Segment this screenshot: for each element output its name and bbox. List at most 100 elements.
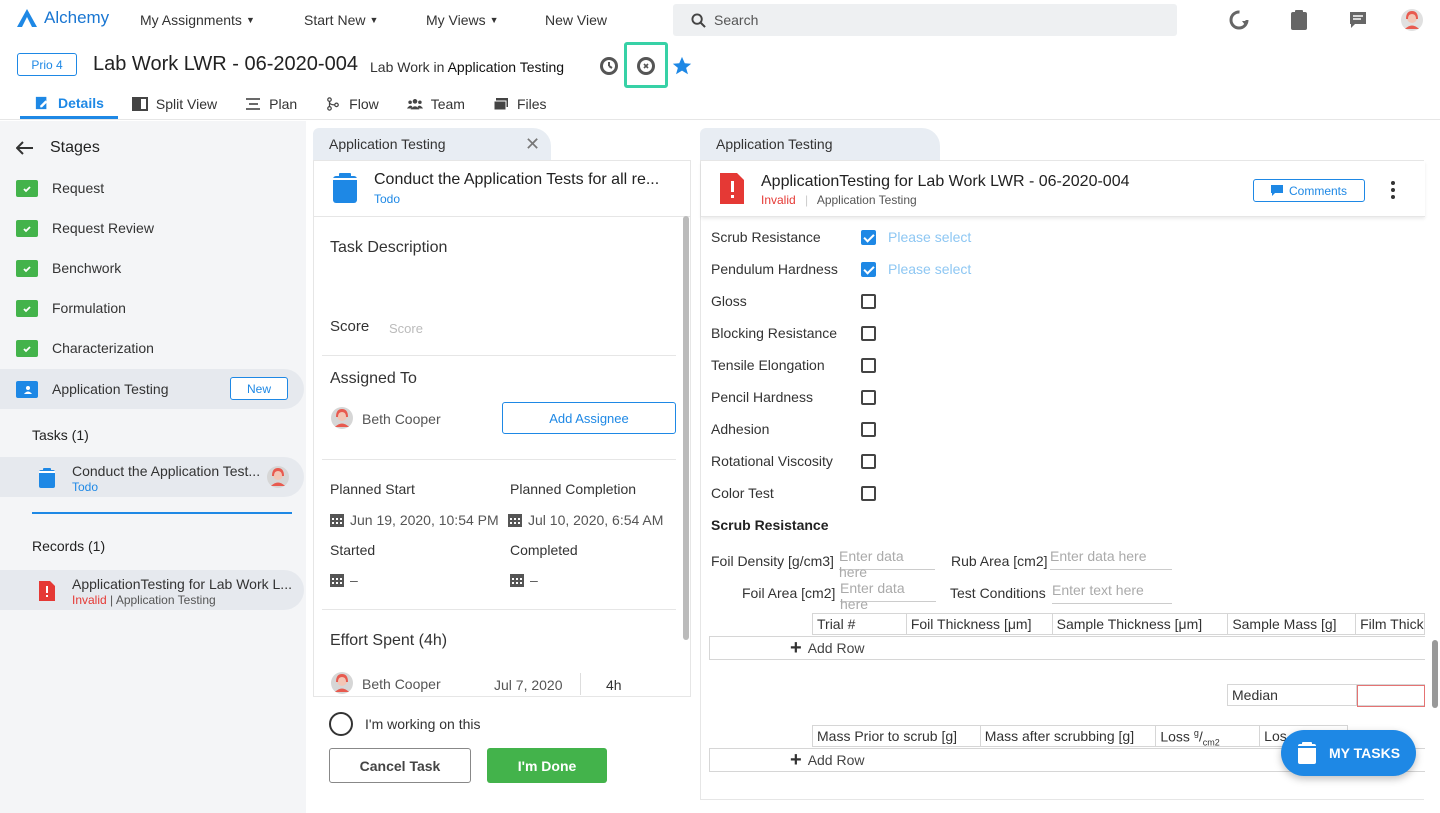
checkbox[interactable] [861,325,876,341]
checkbox[interactable] [861,357,876,373]
tab-details[interactable]: Details [20,93,118,119]
my-tasks-button[interactable]: MY TASKS [1281,730,1416,776]
nav-new-view[interactable]: New View [545,12,607,28]
planned-start-value[interactable]: Jun 19, 2020, 10:54 PM [330,512,499,528]
assignee-name[interactable]: Beth Cooper [362,411,441,427]
table-header-cell: Mass after scrubbing [g] [981,726,1157,746]
checkbox[interactable] [861,421,876,437]
clipboard-icon [1298,742,1316,764]
document-edit-icon [35,96,48,109]
checklist-item-pendulum-hardness[interactable]: Pendulum Hardness Please select [711,259,971,279]
stage-application-testing[interactable]: Application Testing New [0,369,304,409]
nav-my-assignments[interactable]: My Assignments ▼ [140,12,255,28]
select-hint[interactable]: Please select [888,261,971,277]
median-value-input[interactable] [1357,685,1425,707]
stage-request-review[interactable]: Request Review [16,209,302,247]
stages-heading-label: Stages [50,139,100,156]
working-on-radio[interactable] [329,712,353,736]
comments-button[interactable]: Comments [1253,179,1365,202]
checklist-item-scrub-resistance[interactable]: Scrub Resistance Please select [711,227,971,247]
checkbox-checked[interactable] [861,261,876,277]
checkbox[interactable] [861,389,876,405]
started-value[interactable]: – [330,572,358,588]
test-conditions-input[interactable]: Enter text here [1052,582,1172,604]
star-icon[interactable] [671,55,693,77]
checkbox-checked[interactable] [861,229,876,245]
checkbox[interactable] [861,293,876,309]
tab-split-view[interactable]: Split View [118,93,231,119]
record-panel-tab[interactable]: Application Testing [700,128,940,160]
checklist-item-adhesion[interactable]: Adhesion [711,419,876,439]
tab-split-view-label: Split View [155,96,218,112]
tab-plan[interactable]: Plan [231,93,311,119]
tab-team[interactable]: Team [393,93,479,119]
add-assignee-button[interactable]: Add Assignee [502,402,676,434]
tab-flow[interactable]: Flow [311,93,393,119]
score-input[interactable]: Score [389,321,423,336]
assigned-to-label: Assigned To [330,370,417,387]
close-icon[interactable]: ✕ [525,134,540,155]
table-header-cell: Trial # [813,614,907,634]
completed-value[interactable]: – [510,572,538,588]
stage-characterization[interactable]: Characterization [16,329,302,367]
record-status: Invalid [761,193,796,207]
planned-completion-value[interactable]: Jul 10, 2020, 6:54 AM [508,512,663,528]
cancel-task-button[interactable]: Cancel Task [329,748,471,783]
mass-table-header: Mass Prior to scrub [g] Mass after scrub… [812,725,1349,747]
rub-area-input[interactable]: Enter data here [1050,548,1172,570]
select-hint[interactable]: Please select [888,229,971,245]
loss-unit-num: g [1193,728,1199,738]
stage-formulation[interactable]: Formulation [16,289,302,327]
checklist-item-tensile-elongation[interactable]: Tensile Elongation [711,355,876,375]
clipboard-icon[interactable] [1287,8,1311,32]
record-item-stage: Application Testing [115,593,216,607]
checklist-label: Pendulum Hardness [711,261,838,277]
user-avatar[interactable] [1400,8,1424,32]
checklist-item-rotational-viscosity[interactable]: Rotational Viscosity [711,451,876,471]
more-vertical-icon[interactable] [1385,179,1401,201]
checklist-label: Blocking Resistance [711,325,838,341]
table-header-cell: Mass Prior to scrub [g] [813,726,981,746]
task-panel-tab[interactable]: Application Testing ✕ [313,128,551,160]
checklist-item-gloss[interactable]: Gloss [711,291,876,311]
checkbox[interactable] [861,453,876,469]
subtitle-separator: | [805,193,809,207]
foil-density-input[interactable]: Enter data here [839,548,935,580]
done-button[interactable]: I'm Done [487,748,607,783]
checkbox[interactable] [861,485,876,501]
divider [322,355,676,356]
stage-benchwork[interactable]: Benchwork [16,249,302,287]
task-list-item[interactable]: Conduct the Application Test... Todo [0,457,304,497]
nav-my-views[interactable]: My Views ▼ [426,12,499,28]
reject-history-icon[interactable] [635,55,657,77]
search-input[interactable]: Search [673,4,1177,36]
history-clock-icon[interactable] [598,55,620,77]
foil-area-input[interactable]: Enter data here [840,580,936,612]
task-title: Conduct the Application Tests for all re… [374,171,660,188]
record-panel-scrollbar[interactable] [1432,640,1438,708]
history-icon[interactable] [1227,8,1251,32]
folder-check-icon [16,219,38,237]
stages-sidebar: Stages Request Request Review Benchwork … [0,121,306,813]
record-list-item[interactable]: ApplicationTesting for Lab Work L... Inv… [0,570,304,610]
stage-request[interactable]: Request [16,169,302,207]
checklist-item-color-test[interactable]: Color Test [711,483,876,503]
record-panel-header: ApplicationTesting for Lab Work LWR - 06… [701,161,1425,217]
nav-start-new-label: Start New [304,12,366,28]
record-invalid-icon [39,581,55,601]
tab-files[interactable]: Files [479,93,561,119]
record-item-title: ApplicationTesting for Lab Work L... [72,576,292,592]
add-row-button[interactable]: + Add Row [709,636,1425,660]
chat-icon[interactable] [1346,8,1370,32]
priority-badge[interactable]: Prio 4 [17,53,77,76]
alchemy-logo-icon [17,9,37,27]
effort-spent-label: Effort Spent (4h) [330,632,448,649]
checklist-item-blocking-resistance[interactable]: Blocking Resistance [711,323,876,343]
checklist-label: Rotational Viscosity [711,453,833,469]
app-logo[interactable]: Alchemy [16,8,109,28]
checklist-item-pencil-hardness[interactable]: Pencil Hardness [711,387,876,407]
nav-my-assignments-label: My Assignments [140,12,242,28]
task-panel-scrollbar[interactable] [683,216,689,640]
nav-start-new[interactable]: Start New ▼ [304,12,378,28]
arrow-left-icon[interactable] [16,141,34,155]
